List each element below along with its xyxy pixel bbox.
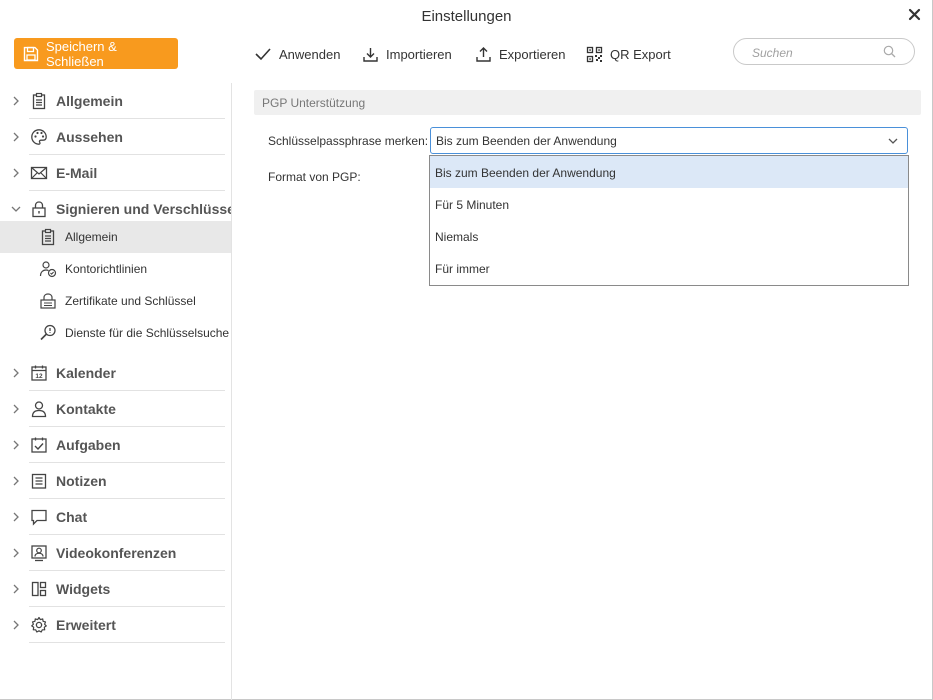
title-bar: Einstellungen [0, 0, 933, 34]
search-box[interactable] [733, 38, 915, 65]
key-search-icon [40, 324, 56, 341]
sub-item-zertifikate[interactable]: Zertifikate und Schlüssel [0, 285, 231, 317]
chevron-right-icon [13, 512, 19, 522]
sidebar-item-label: Aufgaben [56, 437, 121, 453]
sub-item-label: Allgemein [65, 230, 118, 244]
task-check-icon [31, 437, 47, 453]
person-icon [31, 401, 47, 418]
passphrase-label: Schlüsselpassphrase merken: [268, 134, 429, 148]
envelope-icon [30, 166, 48, 180]
qr-code-icon [586, 46, 603, 62]
close-icon [908, 8, 921, 21]
clipboard-icon [32, 92, 46, 110]
sidebar-item-label: Kontakte [56, 401, 116, 417]
sub-item-schluesselsuche[interactable]: Dienste für die Schlüsselsuche [0, 317, 231, 349]
chevron-down-icon [11, 206, 21, 212]
sidebar-item-email[interactable]: E-Mail [0, 155, 231, 191]
chevron-right-icon [13, 476, 19, 486]
sub-item-label: Kontorichtlinien [65, 262, 148, 276]
sidebar-item-label: Chat [56, 509, 88, 525]
sub-item-kontorichtlinien[interactable]: Kontorichtlinien [0, 253, 231, 285]
sub-item-label: Dienste für die Schlüsselsuche [65, 326, 230, 340]
palette-icon [31, 129, 47, 145]
qr-export-label: QR Export [610, 46, 671, 62]
chevron-right-icon [13, 548, 19, 558]
passphrase-select[interactable]: Bis zum Beenden der Anwendung [430, 127, 908, 154]
passphrase-dropdown-list: Bis zum Beenden der Anwendung Für 5 Minu… [429, 155, 909, 286]
sidebar-item-label: Kalender [56, 365, 116, 381]
sub-item-allgemein[interactable]: Allgemein [0, 221, 231, 253]
chevron-right-icon [13, 168, 19, 178]
sidebar-item-erweitert[interactable]: Erweitert [0, 607, 231, 643]
chevron-down-icon [888, 138, 898, 144]
sidebar-item-aufgaben[interactable]: Aufgaben [0, 427, 231, 463]
sidebar-item-label: E-Mail [56, 165, 98, 181]
chevron-right-icon [13, 132, 19, 142]
certificate-lock-icon [40, 293, 56, 309]
qr-export-button[interactable]: QR Export [586, 44, 671, 64]
video-conference-icon [31, 545, 47, 562]
close-button[interactable] [907, 7, 923, 23]
dropdown-option[interactable]: Für immer [430, 252, 908, 284]
lock-icon [32, 201, 46, 218]
calendar-day-number: 12 [35, 373, 43, 380]
sidebar-item-kontakte[interactable]: Kontakte [0, 391, 231, 427]
notes-icon [31, 473, 47, 489]
gear-icon [31, 616, 47, 633]
sidebar-item-label: Allgemein [56, 93, 123, 109]
import-button[interactable]: Importieren [362, 44, 452, 64]
chevron-right-icon [13, 404, 19, 414]
export-label: Exportieren [499, 46, 566, 62]
save-and-close-button[interactable]: Speichern & Schließen [14, 38, 178, 69]
dropdown-option-label: Bis zum Beenden der Anwendung [435, 166, 616, 180]
export-button[interactable]: Exportieren [475, 44, 565, 64]
calendar-icon: 12 [31, 365, 47, 381]
account-policy-icon [39, 261, 57, 278]
sidebar-item-aussehen[interactable]: Aussehen [0, 119, 231, 155]
sidebar-item-kalender[interactable]: 12 Kalender [0, 355, 231, 391]
window-title: Einstellungen [421, 8, 512, 25]
chevron-right-icon [13, 584, 19, 594]
section-header-pgp: PGP Unterstützung [254, 90, 921, 115]
sidebar-item-allgemein[interactable]: Allgemein [0, 83, 231, 119]
sidebar-item-label: Signieren und Verschlüsselung [56, 201, 231, 217]
sidebar-item-widgets[interactable]: Widgets [0, 571, 231, 607]
section-title: PGP Unterstützung [262, 96, 366, 110]
dropdown-option-label: Für immer [435, 262, 490, 276]
chat-bubble-icon [31, 509, 47, 526]
dropdown-option[interactable]: Für 5 Minuten [430, 188, 908, 220]
dropdown-option-label: Niemals [435, 230, 479, 244]
sidebar-item-label: Videokonferenzen [56, 545, 177, 561]
import-icon [363, 47, 378, 62]
dropdown-option-label: Für 5 Minuten [435, 198, 510, 212]
search-input[interactable] [750, 43, 884, 62]
sidebar-item-label: Erweitert [56, 617, 116, 633]
floppy-disk-icon [23, 46, 39, 61]
chevron-right-icon [13, 440, 19, 450]
chevron-right-icon [13, 620, 19, 630]
clipboard-icon [41, 228, 55, 246]
pgp-format-label: Format von PGP: [268, 170, 361, 184]
sub-item-label: Zertifikate und Schlüssel [65, 294, 196, 308]
sidebar-item-label: Notizen [56, 473, 107, 489]
apply-button[interactable]: Anwenden [254, 44, 340, 64]
sidebar-item-chat[interactable]: Chat [0, 499, 231, 535]
search-icon[interactable] [883, 45, 896, 58]
chevron-right-icon [13, 96, 19, 106]
divider [29, 642, 225, 643]
checkmark-icon [255, 48, 271, 61]
export-icon [476, 46, 491, 62]
sidebar-item-label: Widgets [56, 581, 111, 597]
dropdown-option[interactable]: Bis zum Beenden der Anwendung [430, 156, 908, 188]
save-and-close-label: Speichern & Schließen [45, 38, 117, 69]
widgets-icon [31, 581, 47, 597]
import-label: Importieren [386, 46, 452, 62]
sidebar-item-videokonferenzen[interactable]: Videokonferenzen [0, 535, 231, 571]
chevron-right-icon [13, 368, 19, 378]
passphrase-select-value: Bis zum Beenden der Anwendung [436, 134, 617, 148]
dropdown-option[interactable]: Niemals [430, 220, 908, 252]
sidebar-item-notizen[interactable]: Notizen [0, 463, 231, 499]
apply-label: Anwenden [279, 46, 341, 62]
sidebar-item-label: Aussehen [56, 129, 123, 145]
